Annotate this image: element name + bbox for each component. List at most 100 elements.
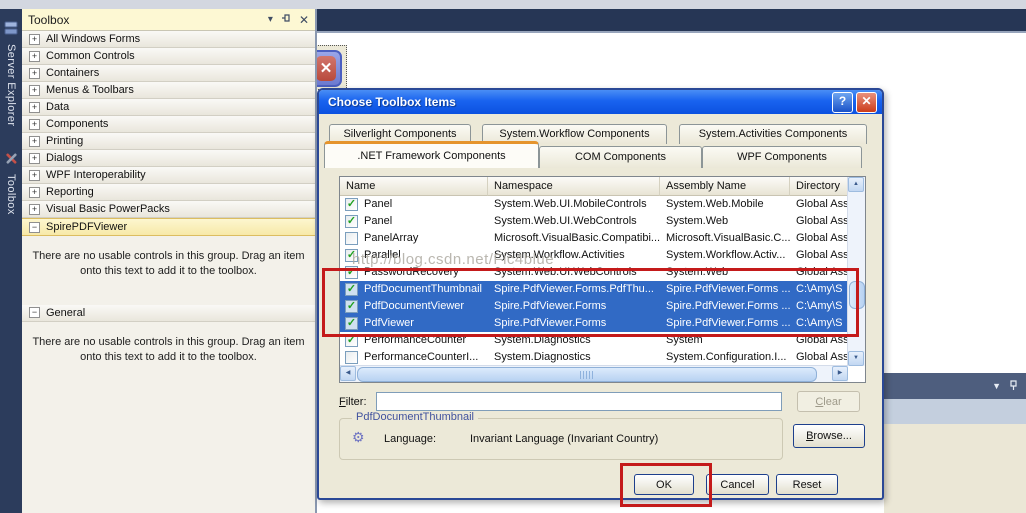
table-row-passwordrecovery[interactable]: ✓PasswordRecoverySystem.Web.UI.WebContro… — [340, 264, 848, 281]
pin-icon[interactable] — [281, 13, 291, 26]
collapse-icon[interactable]: − — [29, 307, 40, 318]
vertical-scroll-thumb[interactable] — [849, 281, 865, 309]
cell-directory: Global Ass — [790, 247, 848, 264]
chevron-down-icon[interactable]: ▼ — [992, 381, 1001, 391]
expand-icon[interactable]: + — [29, 34, 40, 45]
filter-input[interactable] — [376, 392, 782, 411]
expand-icon[interactable]: + — [29, 68, 40, 79]
toolbox-group-components[interactable]: + Components — [22, 116, 315, 133]
window-menu-icon[interactable]: ▾ — [268, 14, 273, 25]
scroll-up-icon[interactable]: ▲ — [848, 177, 864, 192]
expand-icon[interactable]: + — [29, 119, 40, 130]
component-name: Panel — [364, 213, 392, 230]
table-row-panel[interactable]: ✓PanelSystem.Web.UI.MobileControlsSystem… — [340, 196, 848, 213]
pin-icon[interactable] — [1009, 380, 1018, 393]
expand-icon[interactable]: + — [29, 204, 40, 215]
expand-icon[interactable]: + — [29, 51, 40, 62]
component-name: PerformanceCounterI... — [364, 349, 478, 366]
cell-namespace: Spire.PdfViewer.Forms — [488, 298, 660, 315]
component-name: PanelArray — [364, 230, 418, 247]
table-row-panel[interactable]: ✓PanelSystem.Web.UI.WebControlsSystem.We… — [340, 213, 848, 230]
expand-icon[interactable]: + — [29, 170, 40, 181]
column-header-name[interactable]: Name — [340, 177, 488, 196]
toolbox-group-containers[interactable]: +Containers — [22, 65, 315, 82]
horizontal-scrollbar[interactable]: ◀ ▶ — [340, 365, 848, 382]
expand-icon[interactable]: + — [29, 102, 40, 113]
expand-icon[interactable]: + — [29, 187, 40, 198]
checkbox[interactable]: ✓ — [345, 198, 358, 211]
toolbox-group-reporting[interactable]: +Reporting — [22, 184, 315, 201]
table-row-pdfviewer[interactable]: ✓PdfViewerSpire.PdfViewer.FormsSpire.Pdf… — [340, 315, 848, 332]
vertical-scrollbar[interactable]: ▲ ▼ — [847, 177, 865, 366]
sidebar-item-toolbox[interactable]: Toolbox — [0, 151, 22, 215]
reset-button[interactable]: Reset — [776, 474, 838, 495]
cell-directory: Global Ass — [790, 264, 848, 281]
checkbox[interactable]: ✓ — [345, 283, 358, 296]
help-icon[interactable]: ? — [832, 92, 853, 113]
scroll-down-icon[interactable]: ▼ — [848, 351, 864, 366]
cell-assembly-name: System.Web — [660, 213, 790, 230]
expand-icon[interactable]: + — [29, 136, 40, 147]
cell-directory: C:\Amy\S — [790, 315, 848, 332]
checkbox[interactable] — [345, 351, 358, 364]
table-row-parallel[interactable]: ✓ParallelSystem.Workflow.ActivitiesSyste… — [340, 247, 848, 264]
checkbox[interactable]: ✓ — [345, 334, 358, 347]
dialog-titlebar[interactable]: Choose Toolbox Items ? ✕ — [319, 90, 882, 114]
toolbox-group-wpf-interoperability[interactable]: +WPF Interoperability — [22, 167, 315, 184]
table-row-pdfdocumentthumbnail[interactable]: ✓PdfDocumentThumbnailSpire.PdfViewer.For… — [340, 281, 848, 298]
toolbox-group-all-windows-forms[interactable]: +All Windows Forms — [22, 31, 315, 48]
component-name: PdfViewer — [364, 315, 414, 332]
cell-directory: C:\Amy\S — [790, 281, 848, 298]
table-row-pdfdocumentviewer[interactable]: ✓PdfDocumentViewerSpire.PdfViewer.FormsS… — [340, 298, 848, 315]
ok-button[interactable]: OK — [634, 474, 694, 495]
collapse-icon[interactable]: − — [29, 222, 40, 233]
close-icon[interactable]: ✕ — [299, 13, 309, 27]
expand-icon[interactable]: + — [29, 85, 40, 96]
cell-assembly-name: Spire.PdfViewer.Forms ... — [660, 281, 790, 298]
toolbox-group-common-controls[interactable]: + Common Controls — [22, 48, 315, 65]
toolbox-group-label: Common Controls — [46, 50, 135, 62]
column-header-assembly-name[interactable]: Assembly Name — [660, 177, 790, 196]
cell-namespace: System.Workflow.Activities — [488, 247, 660, 264]
cell-assembly-name: Spire.PdfViewer.Forms ... — [660, 298, 790, 315]
checkbox[interactable] — [345, 232, 358, 245]
cell-assembly-name: System — [660, 332, 790, 349]
horizontal-scroll-thumb[interactable] — [357, 367, 817, 382]
checkbox[interactable]: ✓ — [345, 317, 358, 330]
tab-system-activities-components[interactable]: System.Activities Components — [679, 124, 867, 144]
close-icon[interactable]: ✕ — [856, 92, 877, 113]
toolbox-group-label: Components — [46, 118, 108, 130]
table-row-panelarray[interactable]: PanelArrayMicrosoft.VisualBasic.Compatib… — [340, 230, 848, 247]
tab-com-components[interactable]: COM Components — [539, 146, 702, 168]
cell-assembly-name: System.Configuration.I... — [660, 349, 790, 366]
table-row-performancecounter[interactable]: ✓PerformanceCounterSystem.DiagnosticsSys… — [340, 332, 848, 349]
tab-wpf-components[interactable]: WPF Components — [702, 146, 862, 168]
cell-name: ✓PdfDocumentViewer — [340, 298, 488, 315]
scroll-grip — [580, 371, 594, 379]
toolbox-empty-note: There are no usable controls in this gro… — [30, 249, 307, 280]
toolbox-group-menus-toolbars[interactable]: +Menus & Toolbars — [22, 82, 315, 99]
column-header-namespace[interactable]: Namespace — [488, 177, 660, 196]
toolbox-group-general[interactable]: −General — [22, 305, 315, 322]
checkbox[interactable]: ✓ — [345, 215, 358, 228]
expand-icon[interactable]: + — [29, 153, 40, 164]
toolbox-group-dialogs[interactable]: +Dialogs — [22, 150, 315, 167]
cancel-button[interactable]: Cancel — [706, 474, 769, 495]
checkbox[interactable]: ✓ — [345, 249, 358, 262]
sidebar-item-server-explorer[interactable]: Server Explorer — [0, 21, 22, 126]
toolbox-group-printing[interactable]: +Printing — [22, 133, 315, 150]
toolbox-group-visual-basic-powerpacks[interactable]: +Visual Basic PowerPacks — [22, 201, 315, 218]
scroll-left-icon[interactable]: ◀ — [340, 366, 356, 381]
toolbox-group-spirepdfviewer[interactable]: −SpirePDFViewer — [22, 218, 315, 236]
clear-button[interactable]: Clear — [797, 391, 860, 412]
toolbox-group-data[interactable]: +Data — [22, 99, 315, 116]
checkbox[interactable]: ✓ — [345, 300, 358, 313]
right-panel-header[interactable]: ▼ — [884, 373, 1026, 399]
scroll-right-icon[interactable]: ▶ — [832, 366, 848, 381]
tab-net-framework-components[interactable]: .NET Framework Components — [324, 141, 539, 168]
browse-button[interactable]: Browse... — [793, 424, 865, 448]
cell-assembly-name: System.Workflow.Activ... — [660, 247, 790, 264]
cell-namespace: Spire.PdfViewer.Forms — [488, 315, 660, 332]
checkbox[interactable]: ✓ — [345, 266, 358, 279]
table-row-performancecounteri[interactable]: PerformanceCounterI...System.Diagnostics… — [340, 349, 848, 366]
